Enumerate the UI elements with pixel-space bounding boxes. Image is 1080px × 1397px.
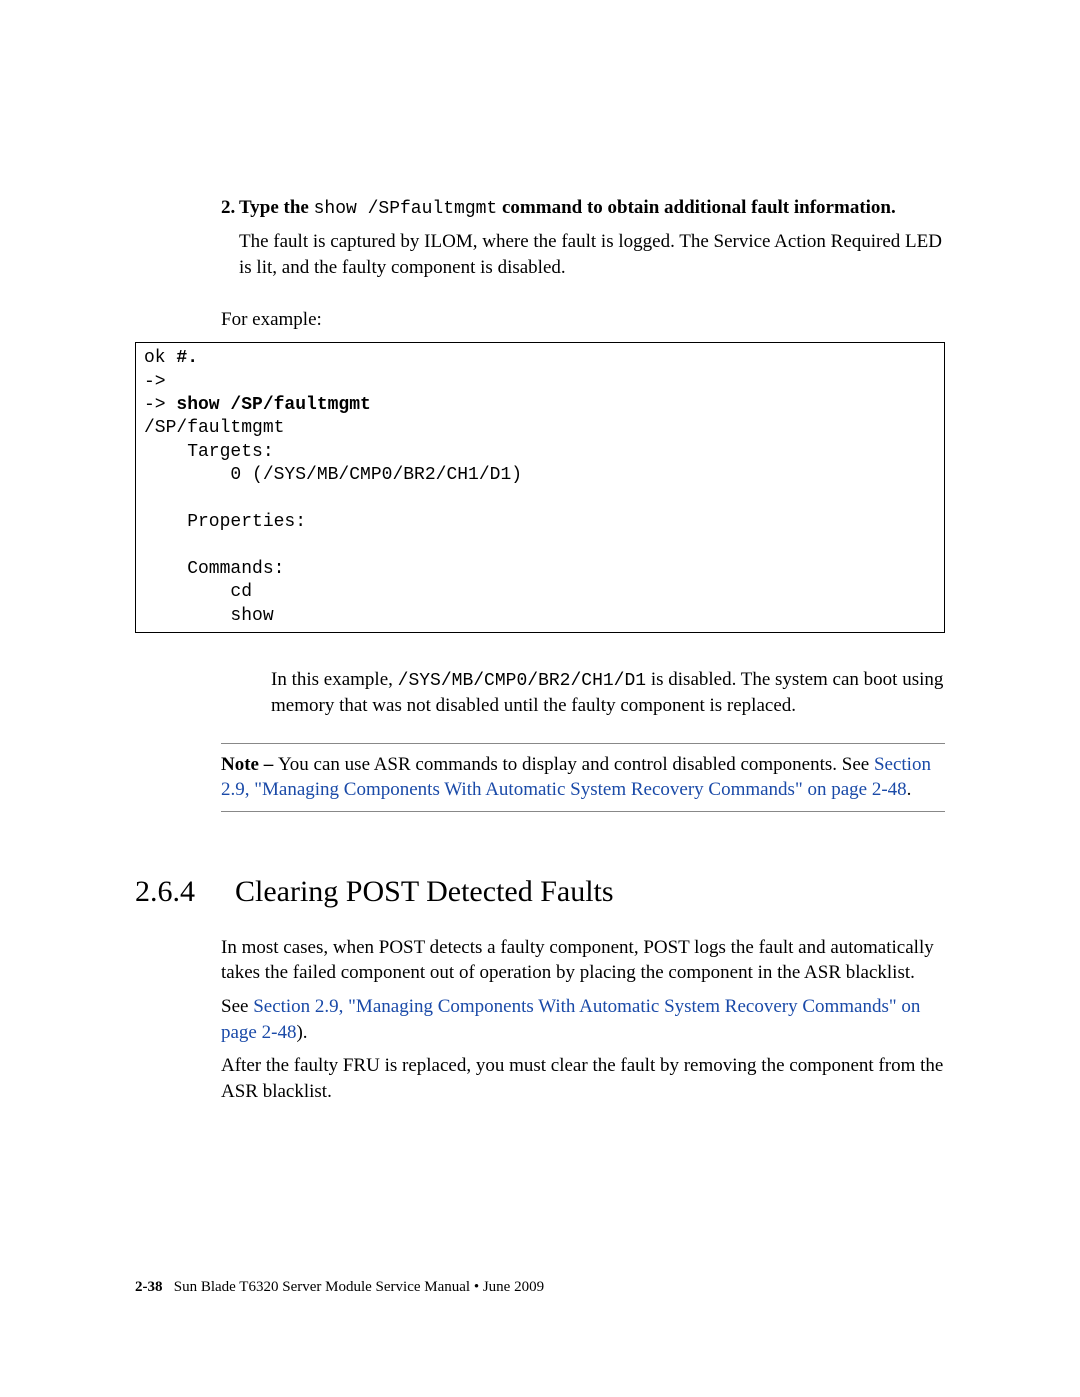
code-example: ok #. -> -> show /SP/faultmgmt /SP/fault… <box>135 342 945 633</box>
code-line-10: Commands: <box>144 559 284 579</box>
example-explanation: In this example, /SYS/MB/CMP0/BR2/CH1/D1… <box>271 667 945 719</box>
footer-text: Sun Blade T6320 Server Module Service Ma… <box>174 1279 544 1295</box>
code-line-12: show <box>144 606 274 626</box>
p2-post: ). <box>296 1022 307 1043</box>
step-suffix: command to obtain additional fault infor… <box>497 197 896 218</box>
page: 2. Type the show /SPfaultmgmt command to… <box>0 0 1080 1397</box>
step-number: 2. <box>221 195 239 289</box>
note-text-pre: You can use ASR commands to display and … <box>278 754 874 775</box>
paragraph-1: In most cases, when POST detects a fault… <box>221 935 945 986</box>
code-line-1a: ok <box>144 348 176 368</box>
step-description: The fault is captured by ILOM, where the… <box>239 229 945 280</box>
step-2: 2. Type the show /SPfaultmgmt command to… <box>221 195 945 289</box>
page-footer: 2-38 Sun Blade T6320 Server Module Servi… <box>135 1277 945 1297</box>
code-line-3a: -> <box>144 395 176 415</box>
step-text: Type the show /SPfaultmgmt command to ob… <box>239 195 945 289</box>
example-path: /SYS/MB/CMP0/BR2/CH1/D1 <box>398 671 646 691</box>
step-prefix: Type the <box>239 197 314 218</box>
section-heading: 2.6.4 Clearing POST Detected Faults <box>135 872 945 913</box>
note-label: Note – <box>221 754 278 775</box>
for-example-label: For example: <box>221 307 945 333</box>
paragraph-2: See Section 2.9, "Managing Components Wi… <box>221 994 945 1045</box>
step-command: show /SPfaultmgmt <box>314 199 498 219</box>
example-text-pre: In this example, <box>271 669 398 690</box>
page-number: 2-38 <box>135 1279 163 1295</box>
code-line-4: /SP/faultmgmt <box>144 418 284 438</box>
section-title: Clearing POST Detected Faults <box>235 872 614 913</box>
section-number: 2.6.4 <box>135 872 235 913</box>
p2-pre: See <box>221 996 253 1017</box>
code-line-8: Properties: <box>144 512 306 532</box>
note-block: Note – You can use ASR commands to displ… <box>221 743 945 812</box>
code-line-3b: show /SP/faultmgmt <box>176 395 370 415</box>
paragraph-3: After the faulty FRU is replaced, you mu… <box>221 1053 945 1104</box>
code-line-1b: #. <box>176 348 198 368</box>
note-text-post: . <box>907 779 912 800</box>
p2-link[interactable]: Section 2.9, "Managing Components With A… <box>221 996 920 1043</box>
code-line-6: 0 (/SYS/MB/CMP0/BR2/CH1/D1) <box>144 465 522 485</box>
code-line-11: cd <box>144 582 252 602</box>
code-line-5: Targets: <box>144 442 274 462</box>
code-line-2: -> <box>144 372 166 392</box>
